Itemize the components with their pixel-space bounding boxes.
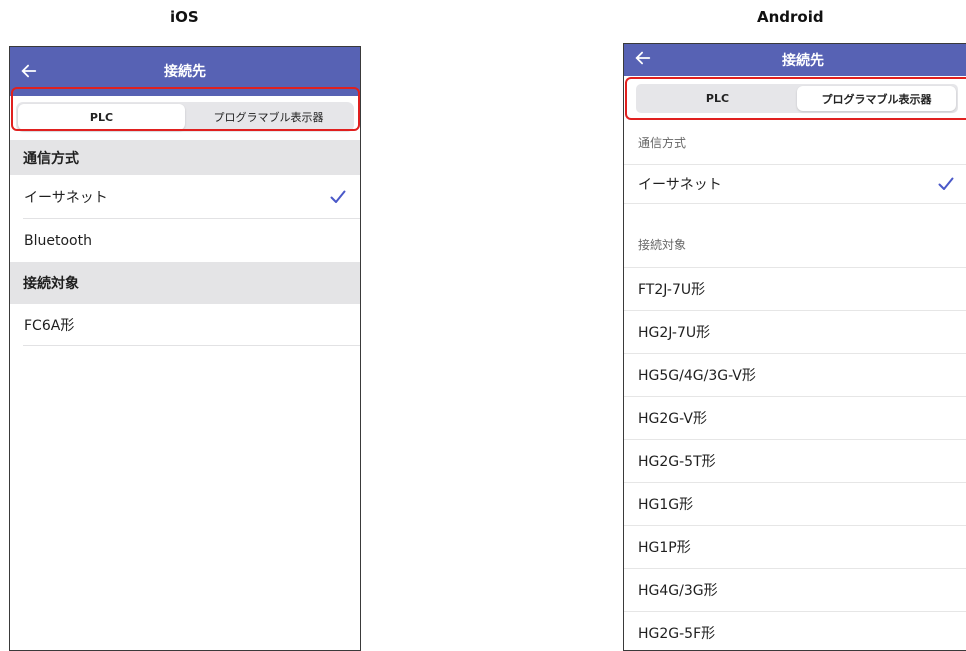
target-list-item[interactable]: HG4G/3G形 xyxy=(624,568,966,611)
target-item-label: HG2G-V形 xyxy=(638,411,707,427)
ios-segment-plc[interactable]: PLC xyxy=(18,104,185,130)
checkmark-icon xyxy=(330,190,346,203)
ios-target-item-fc6a[interactable]: FC6A形 xyxy=(10,304,360,346)
ios-comm-item-bluetooth[interactable]: Bluetooth xyxy=(10,219,360,262)
android-phone-screen: 接続先 PLC プログラマブル表示器 通信方式 イーサネット 接続対象 FT2J… xyxy=(623,43,966,651)
ios-phone-screen: 接続先 PLC プログラマブル表示器 通信方式 イーサネット Bluetooth… xyxy=(9,46,361,651)
target-item-label: HG1P形 xyxy=(638,540,691,556)
android-target-list: FT2J-7U形 HG2J-7U形 HG5G/4G/3G-V形 HG2G-V形 … xyxy=(624,267,966,650)
ios-comm-section-header: 通信方式 xyxy=(10,140,360,175)
target-list-item[interactable]: HG2G-5F形 xyxy=(624,611,966,650)
ios-platform-label: iOS xyxy=(170,8,199,26)
target-list-item[interactable]: HG5G/4G/3G-V形 xyxy=(624,353,966,396)
target-list-item[interactable]: HG2G-5T形 xyxy=(624,439,966,482)
target-item-label: HG4G/3G形 xyxy=(638,583,718,599)
android-comm-item-ethernet[interactable]: イーサネット xyxy=(624,164,966,204)
target-item-label: HG5G/4G/3G-V形 xyxy=(638,368,756,384)
row-divider xyxy=(23,345,360,346)
target-item-label: HG1G形 xyxy=(638,497,694,513)
ios-target-item-label: FC6A形 xyxy=(24,318,75,334)
android-comm-section-header: 通信方式 xyxy=(638,136,687,150)
arrow-left-icon[interactable] xyxy=(634,49,652,67)
target-item-label: HG2J-7U形 xyxy=(638,325,711,341)
target-item-label: HG2G-5T形 xyxy=(638,454,716,470)
target-list-item[interactable]: HG1G形 xyxy=(624,482,966,525)
ios-comm-item-label: Bluetooth xyxy=(24,232,92,249)
android-segment-display[interactable]: プログラマブル表示器 xyxy=(797,86,956,111)
ios-comm-item-ethernet[interactable]: イーサネット xyxy=(10,175,360,219)
target-item-label: FT2J-7U形 xyxy=(638,282,706,298)
android-comm-item-label: イーサネット xyxy=(638,177,722,193)
ios-comm-item-label: イーサネット xyxy=(24,190,108,206)
target-item-label: HG2G-5F形 xyxy=(638,626,716,642)
android-page-title: 接続先 xyxy=(782,53,824,69)
ios-segmented-control: PLC プログラマブル表示器 xyxy=(16,102,354,132)
ios-app-bar: 接続先 xyxy=(10,47,360,95)
checkmark-icon xyxy=(938,177,954,190)
target-list-item[interactable]: HG2J-7U形 xyxy=(624,310,966,353)
android-platform-label: Android xyxy=(757,8,824,26)
target-list-item[interactable]: HG1P形 xyxy=(624,525,966,568)
android-segmented-control: PLC プログラマブル表示器 xyxy=(636,84,958,113)
arrow-left-icon[interactable] xyxy=(20,62,38,80)
android-segment-plc[interactable]: PLC xyxy=(638,86,797,111)
ios-target-section-header: 接続対象 xyxy=(10,262,360,304)
ios-page-title: 接続先 xyxy=(164,64,206,80)
android-app-bar: 接続先 xyxy=(624,44,966,76)
ios-segment-display[interactable]: プログラマブル表示器 xyxy=(185,104,352,130)
target-list-item[interactable]: FT2J-7U形 xyxy=(624,267,966,310)
android-target-section-header: 接続対象 xyxy=(638,238,687,252)
target-list-item[interactable]: HG2G-V形 xyxy=(624,396,966,439)
